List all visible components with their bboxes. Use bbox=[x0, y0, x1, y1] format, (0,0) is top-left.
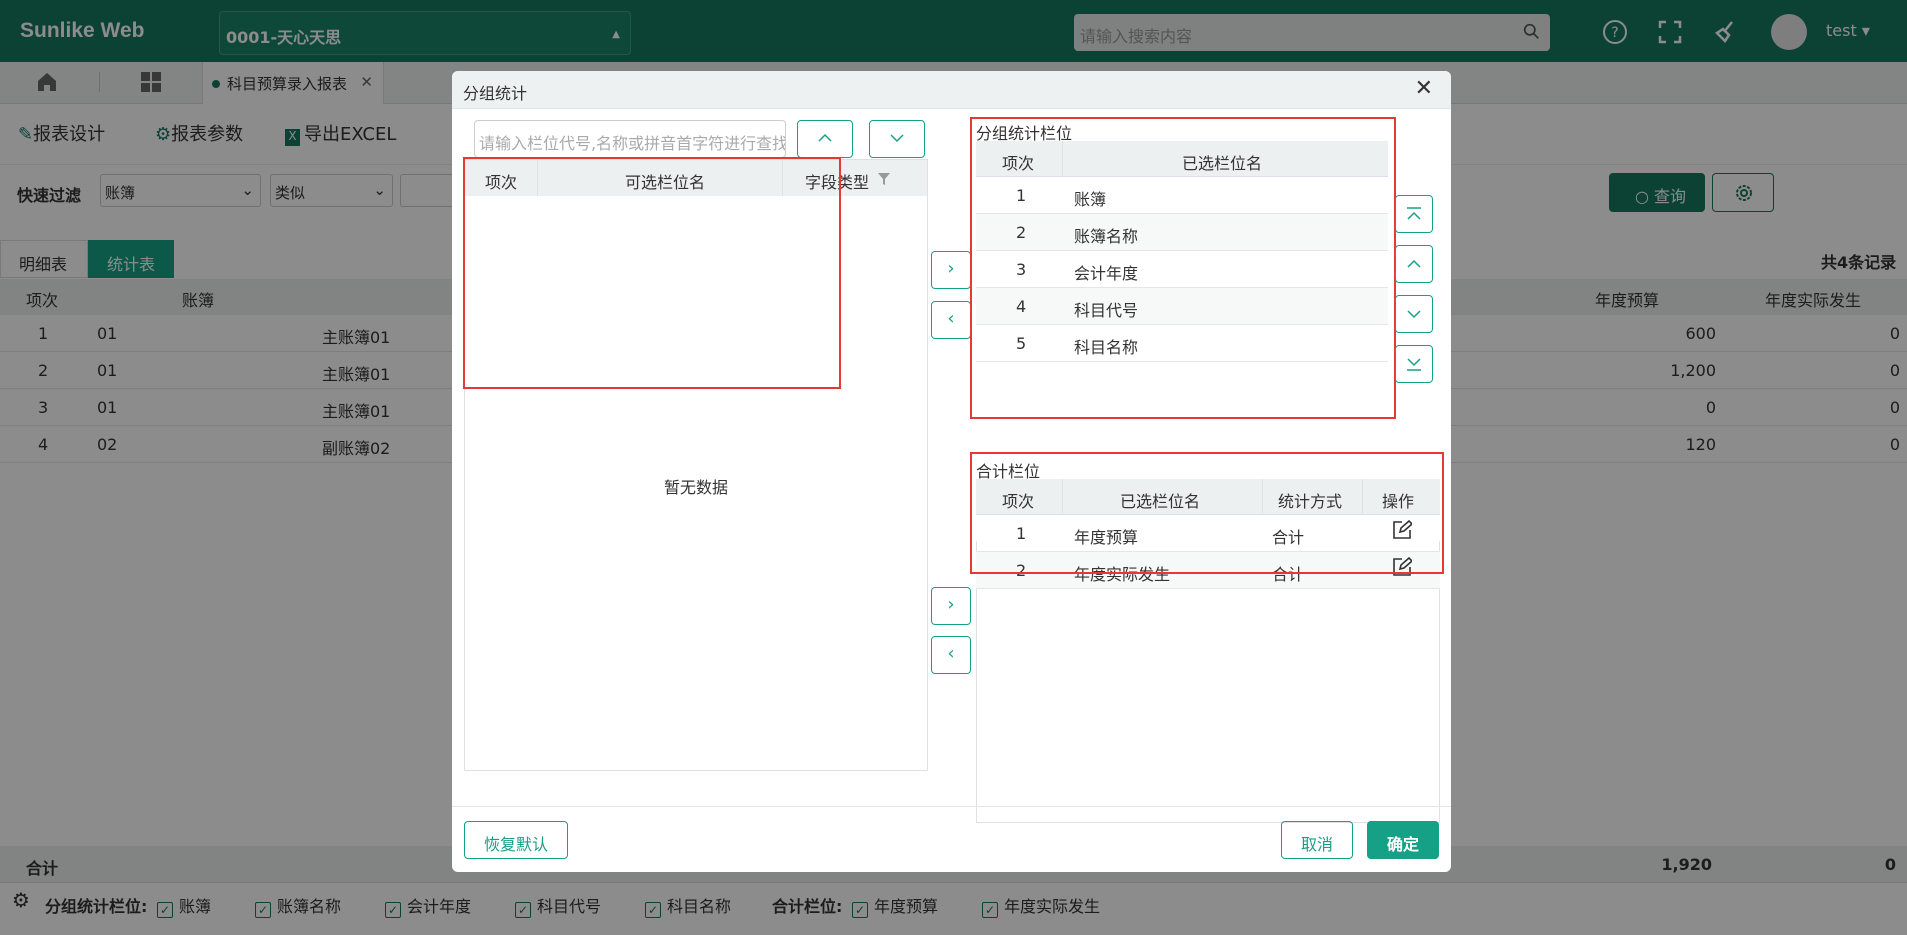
chevron-left-icon: ‹ bbox=[947, 308, 955, 329]
remove-group-field-button[interactable]: ‹ bbox=[931, 301, 971, 339]
confirm-button[interactable]: 确定 bbox=[1367, 821, 1439, 859]
chevron-down-icon bbox=[890, 134, 904, 143]
remove-sum-field-button[interactable]: ‹ bbox=[931, 636, 971, 674]
confirm-label: 确定 bbox=[1386, 835, 1419, 854]
field-search-input[interactable]: 请输入栏位代号,名称或拼音首字符进行查找 bbox=[474, 120, 786, 158]
cancel-button[interactable]: 取消 bbox=[1281, 821, 1353, 859]
dialog-header bbox=[452, 71, 1451, 109]
move-top-button[interactable] bbox=[1395, 195, 1433, 233]
highlight-box bbox=[463, 157, 841, 389]
move-up-button[interactable] bbox=[797, 120, 853, 158]
move-up-button[interactable] bbox=[1395, 245, 1433, 283]
move-down-button[interactable] bbox=[869, 120, 925, 158]
group-stats-dialog: 分组统计 ✕ 请输入栏位代号,名称或拼音首字符进行查找 项次 可选栏位名 字段类… bbox=[452, 71, 1451, 872]
chevron-down-icon bbox=[1407, 310, 1421, 319]
chevron-up-icon bbox=[818, 133, 832, 142]
filter-icon[interactable] bbox=[877, 172, 891, 186]
move-down-button[interactable] bbox=[1395, 295, 1433, 333]
chevron-right-icon: › bbox=[947, 258, 955, 279]
move-bottom-button[interactable] bbox=[1395, 345, 1433, 383]
add-group-field-button[interactable]: › bbox=[931, 251, 971, 289]
no-data-text: 暂无数据 bbox=[663, 478, 728, 497]
cancel-label: 取消 bbox=[1300, 835, 1333, 854]
highlight-box bbox=[970, 452, 1444, 574]
chevron-up-icon bbox=[1407, 259, 1421, 268]
highlight-box bbox=[970, 117, 1396, 419]
chevron-left-icon: ‹ bbox=[947, 643, 955, 664]
chevron-right-icon: › bbox=[947, 594, 955, 615]
close-icon[interactable]: ✕ bbox=[1415, 76, 1433, 101]
field-search-placeholder: 请输入栏位代号,名称或拼音首字符进行查找 bbox=[479, 134, 786, 153]
arrow-top-icon bbox=[1407, 207, 1421, 220]
restore-default-label: 恢复默认 bbox=[483, 835, 548, 854]
restore-default-button[interactable]: 恢复默认 bbox=[464, 821, 568, 859]
add-sum-field-button[interactable]: › bbox=[931, 587, 971, 625]
dialog-title: 分组统计 bbox=[463, 84, 528, 103]
arrow-bottom-icon bbox=[1407, 358, 1421, 371]
